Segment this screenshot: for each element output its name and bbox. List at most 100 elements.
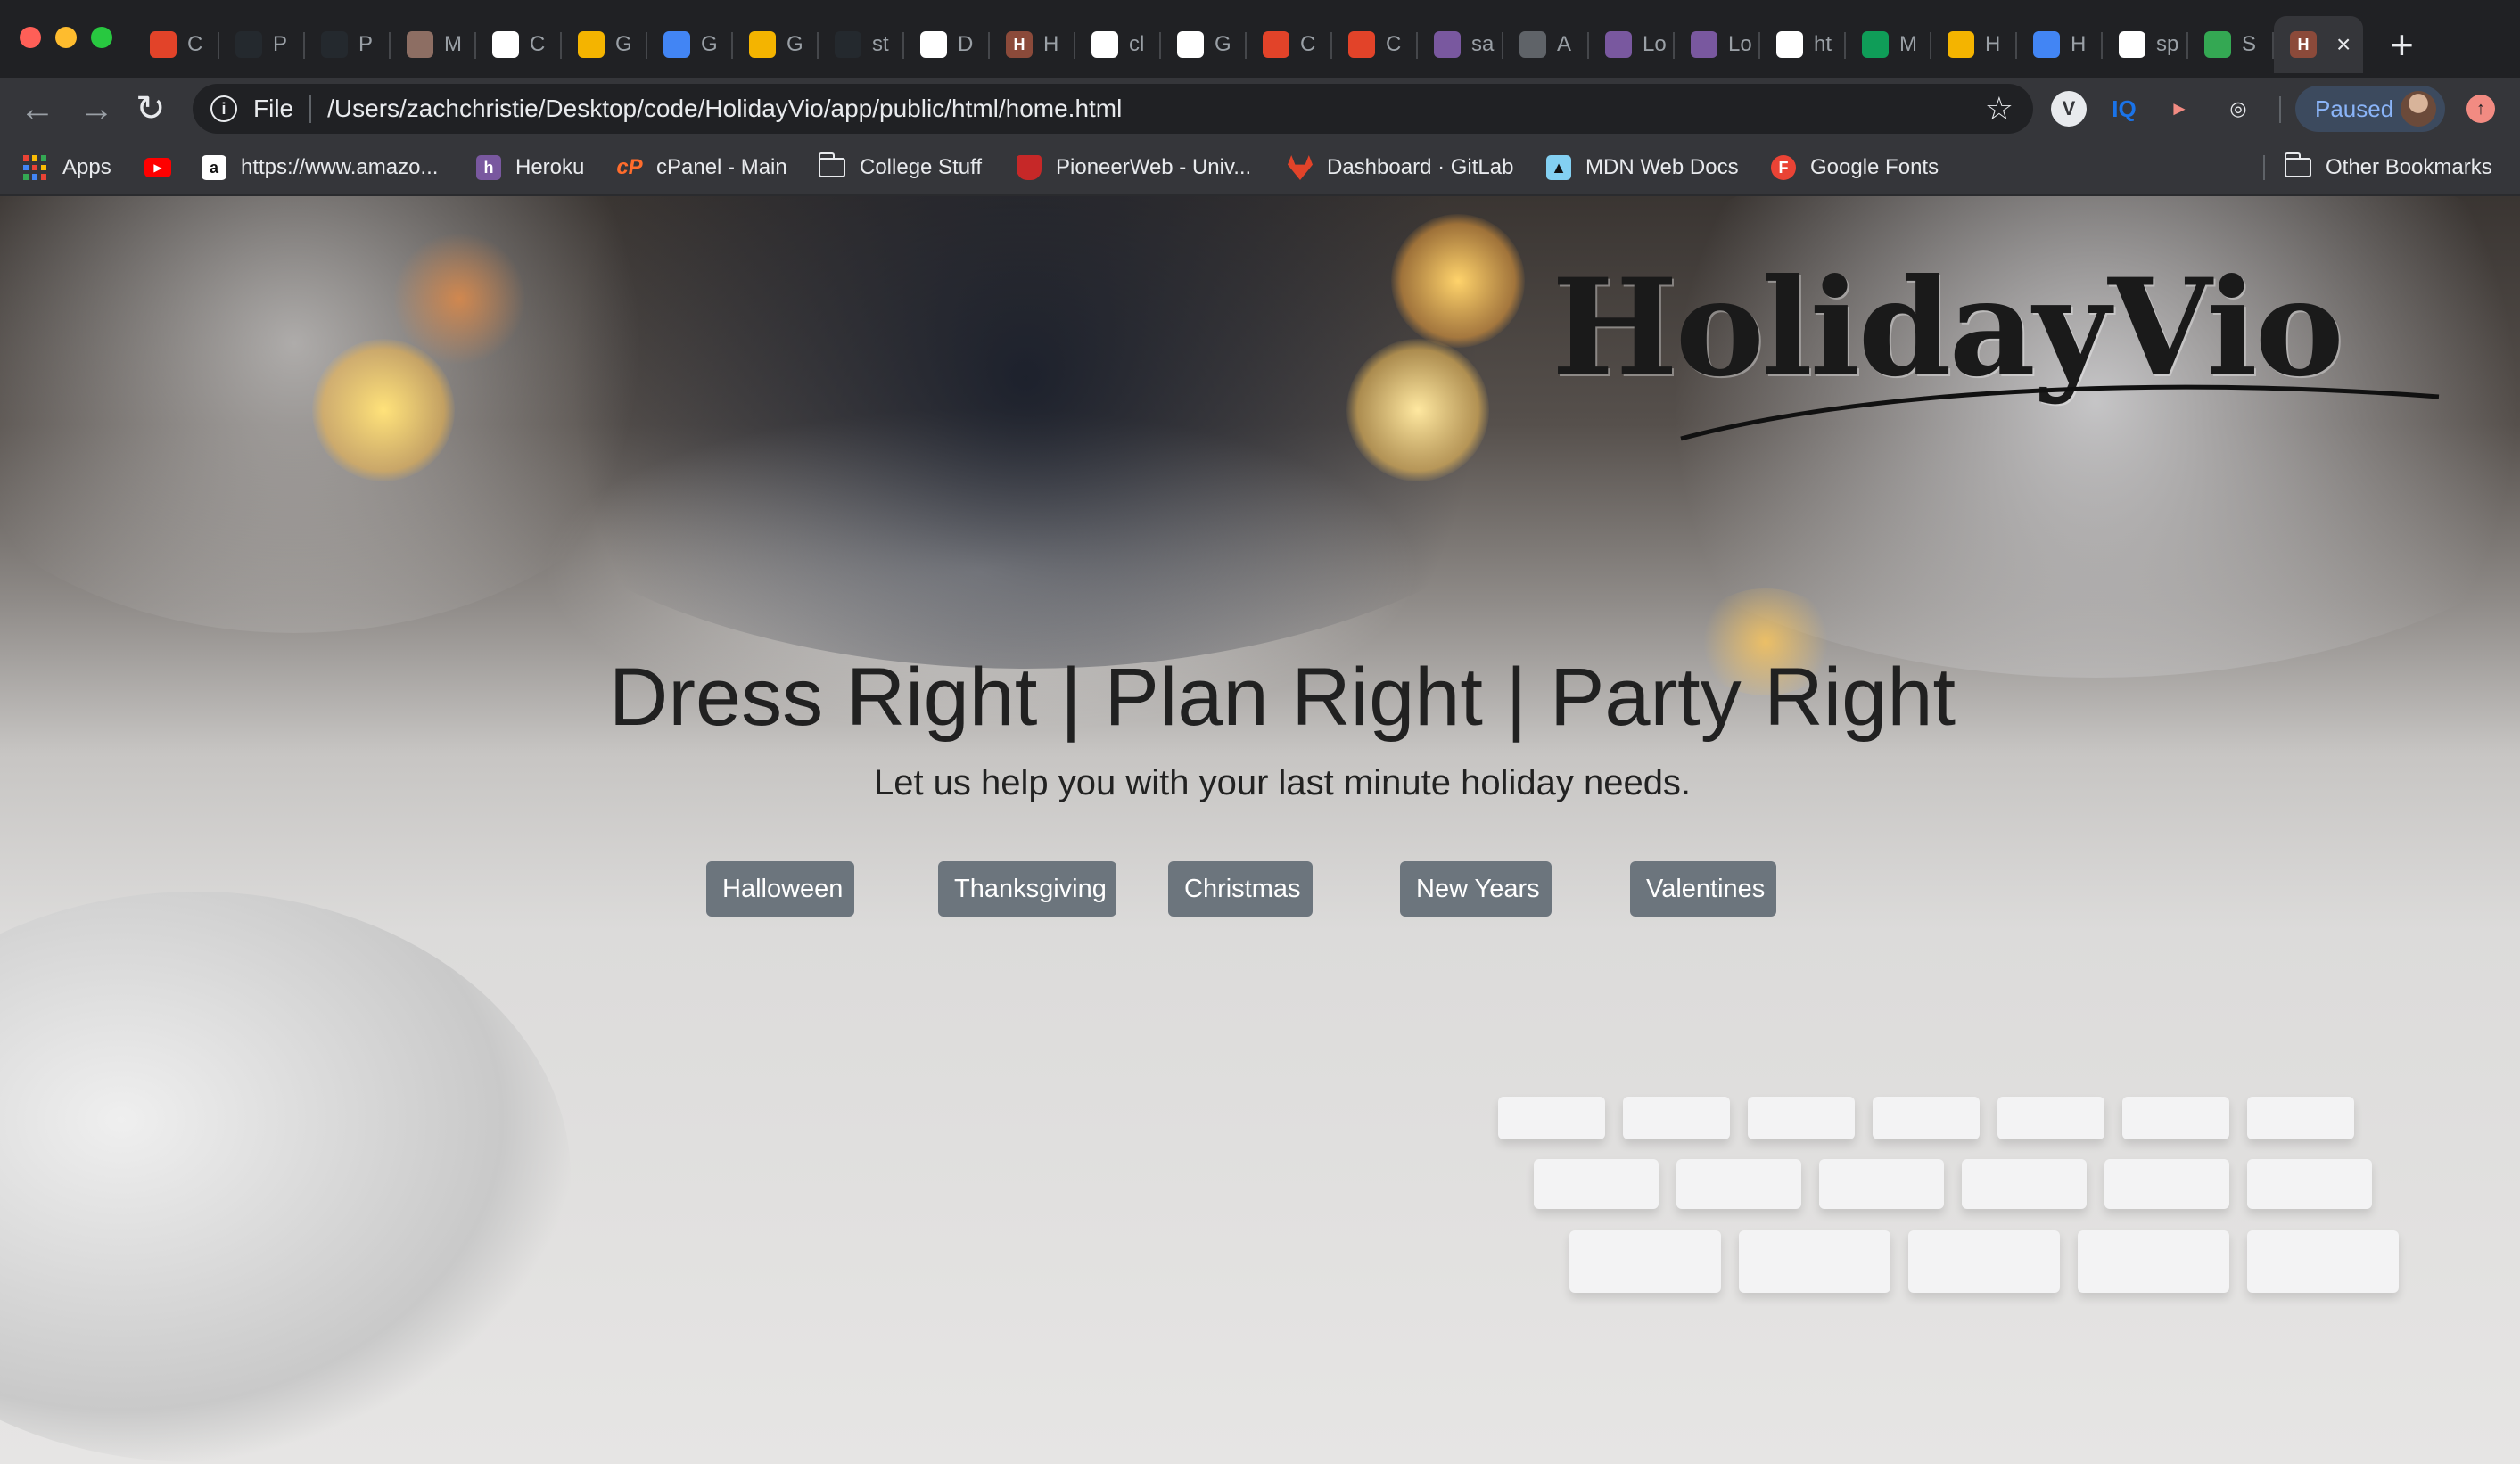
mdn-icon: ▲ [1546, 155, 1571, 180]
tab-title: M [1899, 32, 1917, 56]
tab[interactable]: cl [1075, 16, 1161, 73]
tab[interactable]: C [476, 16, 562, 73]
tab[interactable]: A [1503, 16, 1589, 73]
bookmark-folder-college-stuff[interactable]: College Stuff [819, 150, 982, 185]
tab[interactable]: P [219, 16, 305, 73]
tab-title: ht [1814, 32, 1832, 56]
avatar [2401, 91, 2436, 127]
github-icon [835, 31, 861, 58]
folder-icon [2285, 152, 2311, 177]
tab[interactable]: S [2188, 16, 2274, 73]
bookmark-other-bookmarks[interactable]: Other Bookmarks [2285, 150, 2492, 185]
bookmark-label: Apps [62, 155, 111, 179]
tab[interactable]: Lo [1589, 16, 1675, 73]
tab[interactable]: G [1161, 16, 1247, 73]
bookmark-pioneerweb[interactable]: PioneerWeb - Univ... [1017, 150, 1251, 185]
bookmark-apps[interactable]: Apps [23, 150, 111, 185]
classroom-icon [1177, 31, 1204, 58]
tab-title: Lo [1728, 32, 1752, 56]
bookmark-label: cPanel - Main [656, 155, 787, 179]
bookmark-mdn[interactable]: ▲ MDN Web Docs [1546, 150, 1739, 185]
globe-icon [1519, 31, 1546, 58]
close-icon[interactable]: × [2336, 30, 2351, 59]
bookmark-google-fonts[interactable]: F Google Fonts [1771, 150, 1939, 185]
bookmark-youtube[interactable]: ▶ [144, 150, 185, 185]
grade-icon [749, 31, 776, 58]
tab[interactable]: C [1247, 16, 1332, 73]
reload-icon[interactable]: ↻ [136, 87, 166, 130]
tab[interactable]: P [305, 16, 391, 73]
codepen-icon [920, 31, 947, 58]
tab[interactable]: sp [2103, 16, 2188, 73]
tab-title: P [273, 32, 288, 56]
tab[interactable]: H [2017, 16, 2103, 73]
shield-icon [1017, 155, 1042, 180]
info-icon[interactable]: i [210, 95, 237, 122]
close-window-button[interactable] [20, 27, 41, 48]
bookmark-star-icon[interactable]: ☆ [1985, 90, 2014, 127]
valentines-button[interactable]: Valentines [1630, 861, 1776, 917]
tab[interactable]: ht [1760, 16, 1846, 73]
heroku-icon: h [476, 155, 501, 180]
cpanel-icon: cP [616, 155, 643, 179]
halloween-button[interactable]: Halloween [706, 861, 854, 917]
tab[interactable]: D [904, 16, 990, 73]
maximize-window-button[interactable] [91, 27, 112, 48]
tab[interactable]: st [819, 16, 904, 73]
tab-title: P [358, 32, 374, 56]
extension-icon[interactable]: ◎ [2220, 91, 2256, 127]
tab-title: H [1985, 32, 2001, 56]
tab-title: G [1215, 32, 1231, 56]
youtube-icon: ▶ [144, 158, 171, 177]
tab[interactable]: G [733, 16, 819, 73]
hero-subline: Let us help you with your last minute ho… [873, 763, 1692, 802]
bookmark-heroku[interactable]: h Heroku [476, 150, 584, 185]
folder-icon [819, 152, 845, 177]
url-text[interactable]: /Users/zachchristie/Desktop/code/Holiday… [327, 95, 1122, 123]
heroku-icon [1434, 31, 1461, 58]
browser-toolbar: ← → ↻ i File /Users/zachchristie/Desktop… [0, 78, 2520, 139]
bookmark-label: Other Bookmarks [2326, 155, 2492, 179]
slides-icon [1948, 31, 1974, 58]
thanksgiving-button[interactable]: Thanksgiving [938, 861, 1116, 917]
globe-icon [1776, 31, 1803, 58]
tab[interactable]: M [1846, 16, 1931, 73]
address-bar[interactable]: i File /Users/zachchristie/Desktop/code/… [193, 84, 2033, 134]
tab-title: G [786, 32, 803, 56]
gitlab-icon [1288, 155, 1313, 180]
tab[interactable]: Lo [1675, 16, 1760, 73]
bookmark-gitlab[interactable]: Dashboard · GitLab [1288, 150, 1513, 185]
maps-icon [2204, 31, 2231, 58]
tab[interactable]: M [391, 16, 476, 73]
tab-title: M [444, 32, 462, 56]
tab[interactable]: G [647, 16, 733, 73]
calendar-icon [663, 31, 690, 58]
profile-button[interactable]: Paused [2295, 86, 2445, 132]
bookmark-amazon[interactable]: a https://www.amazo... [202, 150, 438, 185]
bookmark-cpanel[interactable]: cP cPanel - Main [616, 150, 787, 185]
site-favicon-icon: H [1006, 31, 1033, 58]
tab[interactable]: G [562, 16, 647, 73]
bookmark-label: PioneerWeb - Univ... [1056, 155, 1252, 179]
tab[interactable]: C [134, 16, 219, 73]
tab-title: cl [1129, 32, 1145, 56]
bookmark-label: Heroku [515, 155, 585, 179]
screencast-extension-icon[interactable]: ► [2162, 91, 2197, 127]
minimize-window-button[interactable] [55, 27, 77, 48]
tab[interactable]: HH [990, 16, 1075, 73]
tab[interactable]: C [1332, 16, 1418, 73]
bookmark-label: MDN Web Docs [1585, 155, 1739, 179]
iq-extension-icon[interactable]: IQ [2106, 91, 2142, 127]
back-arrow-icon[interactable]: ← [20, 87, 55, 130]
update-icon[interactable]: ↑ [2466, 95, 2495, 123]
vivaldi-extension-icon[interactable]: V [2051, 91, 2087, 127]
tab[interactable]: sa [1418, 16, 1503, 73]
tab-active[interactable]: H × [2274, 16, 2363, 73]
forward-arrow-icon[interactable]: → [78, 87, 114, 130]
tab-list: C P P M C G G Gst D H Hcl G C Csa A Lo Lo ht M H Hsp S H × [134, 16, 2381, 73]
new-tab-button[interactable]: + [2390, 20, 2414, 70]
new-years-button[interactable]: New Years [1400, 861, 1552, 917]
christmas-button[interactable]: Christmas [1168, 861, 1313, 917]
tab-title: D [958, 32, 974, 56]
tab[interactable]: H [1931, 16, 2017, 73]
